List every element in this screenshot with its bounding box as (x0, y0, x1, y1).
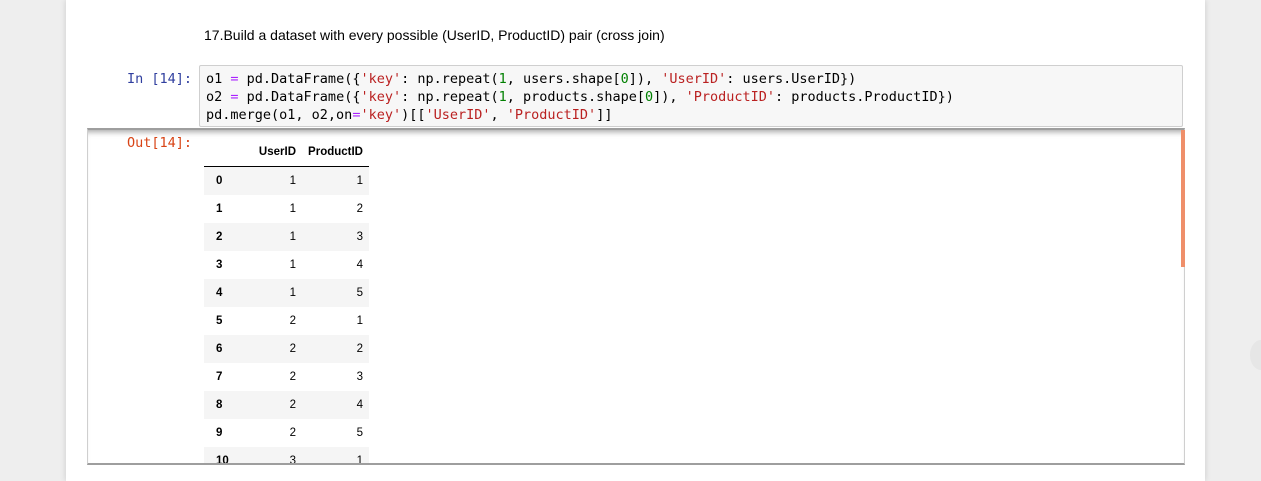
row-index: 2 (216, 231, 223, 243)
row-index: 8 (216, 399, 223, 411)
cell-userid: 1 (289, 287, 296, 299)
index-header (204, 138, 240, 167)
cell-productid: 2 (356, 203, 363, 215)
table-row: 5 2 1 (204, 307, 369, 335)
side-handle (1250, 340, 1261, 370)
table-row: 7 2 3 (204, 363, 369, 391)
column-header-userid: UserID (240, 138, 302, 167)
table-row: 4 1 5 (204, 279, 369, 307)
row-index: 1 (216, 203, 223, 215)
cell-userid: 2 (289, 427, 296, 439)
cell-userid: 2 (289, 399, 296, 411)
cell-productid: 3 (356, 231, 363, 243)
cell-userid: 2 (289, 371, 296, 383)
row-index: 3 (216, 259, 223, 271)
cell-productid: 1 (356, 315, 363, 327)
cell-productid: 4 (356, 399, 363, 411)
table-row: 9 2 5 (204, 419, 369, 447)
cell-userid: 1 (289, 259, 296, 271)
output-scrollbar[interactable] (1181, 130, 1185, 267)
row-index: 10 (216, 455, 229, 465)
code-cell-input[interactable]: o1 = pd.DataFrame({'key': np.repeat(1, u… (199, 65, 1183, 127)
column-header-productid: ProductID (302, 138, 369, 167)
cell-userid: 1 (289, 175, 296, 187)
row-index: 4 (216, 287, 223, 299)
cell-productid: 4 (356, 259, 363, 271)
cell-userid: 2 (289, 343, 296, 355)
table-row: 10 3 1 (204, 447, 369, 465)
cell-productid: 1 (356, 175, 363, 187)
table-row: 0 1 1 (204, 166, 369, 195)
markdown-cell[interactable]: 17.Build a dataset with every possible (… (204, 27, 665, 43)
cell-productid: 5 (356, 287, 363, 299)
cell-productid: 3 (356, 371, 363, 383)
cell-productid: 5 (356, 427, 363, 439)
row-index: 6 (216, 343, 223, 355)
cell-userid: 3 (289, 455, 296, 465)
table-header-row: UserID ProductID (204, 138, 369, 167)
table-row: 1 1 2 (204, 195, 369, 223)
row-index: 5 (216, 315, 223, 327)
code-line-3: pd.merge(o1, o2,on='key')[['UserID', 'Pr… (206, 107, 613, 123)
cell-userid: 1 (289, 231, 296, 243)
row-index: 9 (216, 427, 223, 439)
cell-productid: 1 (356, 455, 363, 465)
dataframe-table: UserID ProductID 0 1 1 1 1 2 2 1 3 3 1 4 4 1 5 5 2 1 6 2 2 7 2… (204, 138, 369, 465)
code-line-2: o2 = pd.DataFrame({'key': np.repeat(1, p… (206, 89, 954, 105)
input-prompt: In [14]: (126, 71, 192, 87)
row-index: 0 (216, 175, 223, 187)
table-row: 8 2 4 (204, 391, 369, 419)
output-area[interactable]: UserID ProductID 0 1 1 1 1 2 2 1 3 3 1 4 4 1 5 5 2 1 6 2 2 7 2… (87, 128, 1185, 465)
table-row: 3 1 4 (204, 251, 369, 279)
table-row: 6 2 2 (204, 335, 369, 363)
code-line-1: o1 = pd.DataFrame({'key': np.repeat(1, u… (206, 71, 857, 87)
row-index: 7 (216, 371, 223, 383)
cell-productid: 2 (356, 343, 363, 355)
table-row: 2 1 3 (204, 223, 369, 251)
cell-userid: 1 (289, 203, 296, 215)
cell-userid: 2 (289, 315, 296, 327)
